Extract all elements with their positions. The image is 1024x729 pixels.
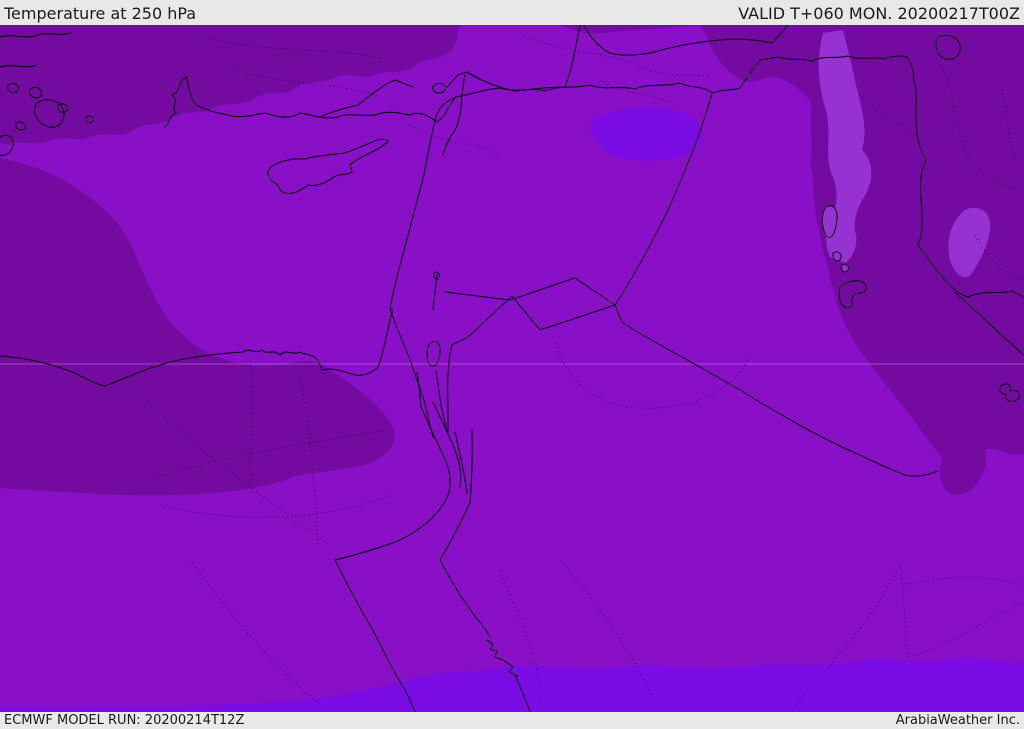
temperature-map (0, 25, 1024, 712)
model-run-label: ECMWF MODEL RUN: 20200214T12Z (4, 712, 245, 728)
header-bar: Temperature at 250 hPa VALID T+060 MON. … (0, 0, 1024, 25)
weather-map-window: Temperature at 250 hPa VALID T+060 MON. … (0, 0, 1024, 729)
map-canvas (0, 25, 1024, 712)
footer-bar: ECMWF MODEL RUN: 20200214T12Z ArabiaWeat… (0, 712, 1024, 729)
lake-habbaniyah (832, 251, 842, 262)
valid-time-label: VALID T+060 MON. 20200217T00Z (738, 4, 1020, 23)
lake-urmia (935, 34, 961, 60)
page-title: Temperature at 250 hPa (4, 4, 197, 23)
lake-razzaza (841, 263, 849, 273)
brand-label: ArabiaWeather Inc. (895, 712, 1020, 728)
